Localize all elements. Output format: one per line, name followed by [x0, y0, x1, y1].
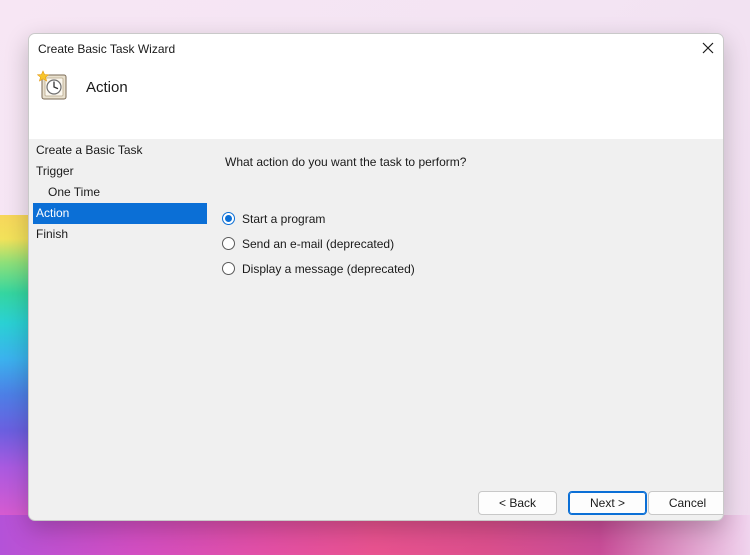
task-scheduler-clock-icon [37, 70, 67, 100]
option-label: Send an e-mail (deprecated) [242, 236, 395, 251]
radio-send-email[interactable] [222, 237, 235, 250]
close-icon [702, 42, 714, 54]
radio-start-program[interactable] [222, 212, 235, 225]
option-label: Display a message (deprecated) [242, 261, 415, 276]
option-label: Start a program [242, 211, 326, 226]
action-options: Start a program Send an e-mail (deprecat… [222, 206, 415, 281]
step-one-time: One Time [48, 185, 101, 199]
window-title: Create Basic Task Wizard [38, 42, 176, 56]
back-button[interactable]: < Back [478, 491, 557, 515]
step-trigger: Trigger [36, 164, 74, 178]
step-finish: Finish [36, 227, 69, 241]
option-display-message[interactable]: Display a message (deprecated) [222, 256, 415, 281]
next-button[interactable]: Next > [568, 491, 647, 515]
option-start-program[interactable]: Start a program [222, 206, 415, 231]
wizard-window: Create Basic Task Wizard Action Create a… [28, 33, 724, 521]
page-heading: Action [86, 79, 128, 96]
option-send-email[interactable]: Send an e-mail (deprecated) [222, 231, 415, 256]
action-question: What action do you want the task to perf… [225, 155, 467, 169]
cancel-button[interactable]: Cancel [648, 491, 723, 515]
wizard-header: Create Basic Task Wizard Action [29, 34, 723, 139]
step-action: Action [33, 203, 207, 224]
radio-display-message[interactable] [222, 262, 235, 275]
close-button[interactable] [693, 34, 723, 62]
desktop-wallpaper-bottom [0, 515, 750, 555]
wizard-steps: Create a Basic Task Trigger One Time Act… [33, 140, 207, 245]
step-create-basic-task: Create a Basic Task [36, 143, 143, 157]
